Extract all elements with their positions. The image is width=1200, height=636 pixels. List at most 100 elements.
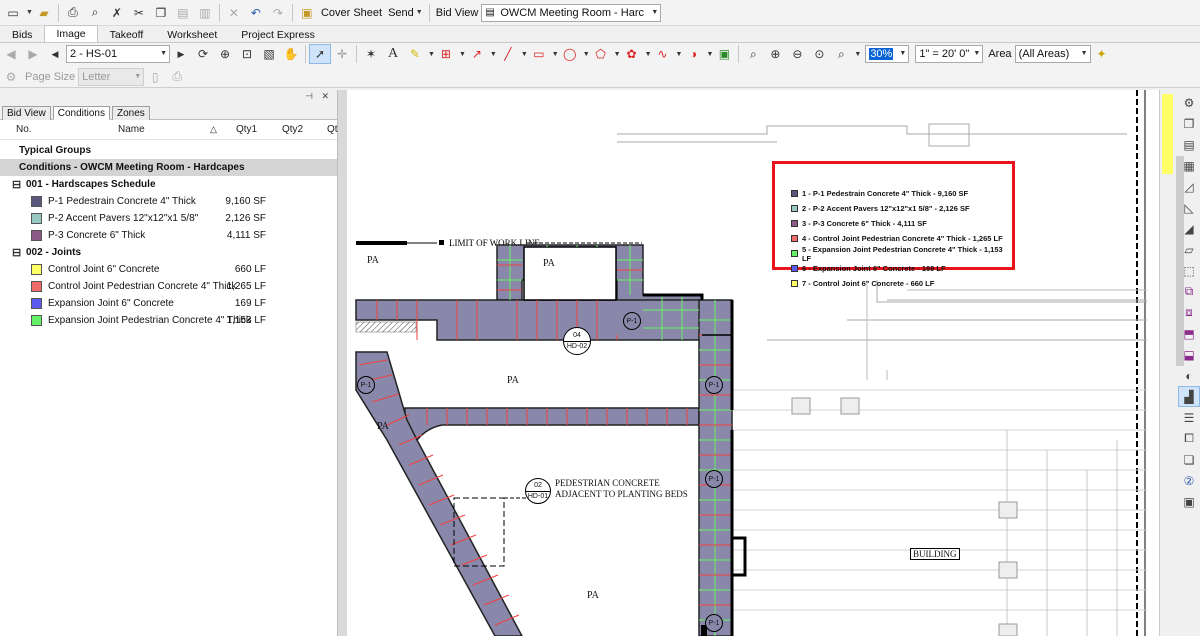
- condition-row[interactable]: P-1 Pedestrain Concrete 4" Thick 9,160 S…: [0, 193, 337, 210]
- tab-worksheet[interactable]: Worksheet: [155, 26, 229, 42]
- paste-special-icon[interactable]: ▥: [194, 3, 216, 23]
- tool-slope-icon[interactable]: ◢: [1178, 218, 1200, 239]
- line-dropdown-icon[interactable]: ▼: [521, 51, 528, 58]
- copy-icon[interactable]: ❐: [150, 3, 172, 23]
- column-name[interactable]: Name: [118, 124, 145, 135]
- condition-row[interactable]: P-2 Accent Pavers 12"x12"x1 5/8" 2,126 S…: [0, 210, 337, 227]
- bid-view-select[interactable]: ▤ OWCM Meeting Room - Harc ▼: [481, 3, 662, 22]
- detail-callout[interactable]: 04 HD-02: [563, 327, 591, 355]
- rectangle-icon[interactable]: ▭: [528, 44, 550, 64]
- detail-callout[interactable]: 02 HD-01: [525, 478, 551, 504]
- area-select[interactable]: (All Areas) ▼: [1014, 45, 1091, 63]
- pan-hand-icon[interactable]: ✋: [280, 44, 302, 64]
- tool-shape-icon[interactable]: ▱: [1178, 239, 1200, 260]
- crosshair-icon[interactable]: ✛: [331, 44, 353, 64]
- zoom-options-icon[interactable]: ⌕: [830, 44, 852, 64]
- tool-copy-icon[interactable]: ❐: [1178, 113, 1200, 134]
- group-row[interactable]: ⊟ 001 - Hardscapes Schedule: [0, 176, 337, 193]
- zoom-dropdown-icon[interactable]: ▼: [854, 51, 861, 58]
- takeoff-legend[interactable]: 1 - P-1 Pedestrain Concrete 4" Thick - 9…: [772, 161, 1015, 288]
- stamp-icon[interactable]: ⊞: [435, 44, 457, 64]
- extract-icon[interactable]: ▧: [258, 44, 280, 64]
- collapse-icon[interactable]: ⊟: [12, 178, 21, 191]
- tool-overlay2-icon[interactable]: ⧈: [1178, 302, 1200, 323]
- tab-bids[interactable]: Bids: [0, 26, 44, 42]
- page-setup-icon[interactable]: ⚙: [0, 67, 22, 87]
- cloud-icon[interactable]: ✿: [621, 44, 643, 64]
- print-icon[interactable]: ⎙: [62, 3, 84, 23]
- condition-row[interactable]: P-3 Concrete 6" Thick 4,111 SF: [0, 227, 337, 244]
- new-file-icon[interactable]: ▭: [2, 3, 24, 23]
- polygon-dropdown-icon[interactable]: ▼: [614, 51, 621, 58]
- tool-stamp-icon[interactable]: ⧠: [1178, 428, 1200, 449]
- forward-icon[interactable]: ▶: [22, 44, 44, 64]
- condition-row[interactable]: Control Joint 6" Concrete 660 LF: [0, 261, 337, 278]
- tool-pages-icon[interactable]: ❏: [1178, 449, 1200, 470]
- zoom-fit-icon[interactable]: ⊙: [808, 44, 830, 64]
- page-select[interactable]: 2 - HS-01 ▼: [66, 45, 170, 63]
- freehand-icon[interactable]: ∿: [652, 44, 674, 64]
- tab-takeoff[interactable]: Takeoff: [98, 26, 156, 42]
- tab-image[interactable]: Image: [44, 25, 98, 42]
- column-qty2[interactable]: Qty2: [282, 124, 303, 135]
- tab-bid-view[interactable]: Bid View: [2, 106, 51, 120]
- tool-legend-icon[interactable]: ▣: [1178, 491, 1200, 512]
- redo-icon[interactable]: ↷: [267, 3, 289, 23]
- select-pointer-icon[interactable]: ➚: [309, 44, 331, 64]
- line-icon[interactable]: ╱: [497, 44, 519, 64]
- condition-row[interactable]: Expansion Joint 6" Concrete 169 LF: [0, 295, 337, 312]
- tool-overlay3-icon[interactable]: ⬒: [1178, 323, 1200, 344]
- plan-sheet[interactable]: LIMIT OF WORK LINE PA PA PA PA PA P-1 P-…: [347, 90, 1159, 636]
- tab-project-express[interactable]: Project Express: [229, 26, 327, 42]
- highlighter-dropdown-icon[interactable]: ▼: [428, 51, 435, 58]
- tool-properties-icon[interactable]: ⚙: [1178, 92, 1200, 113]
- area-wand-icon[interactable]: ✦: [1091, 44, 1113, 64]
- zoom-page-icon[interactable]: ⌕: [742, 44, 764, 64]
- highlighter-icon[interactable]: ✎: [404, 44, 426, 64]
- page-size-select[interactable]: Letter ▼: [78, 67, 145, 86]
- callout-dropdown-icon[interactable]: ▼: [706, 51, 713, 58]
- tool-shape2-icon[interactable]: ⬚: [1178, 260, 1200, 281]
- conditions-header-row[interactable]: Conditions - OWCM Meeting Room - Hardcap…: [0, 159, 337, 176]
- tool-chart-icon[interactable]: ▟: [1178, 386, 1200, 407]
- delete-icon[interactable]: ✕: [223, 3, 245, 23]
- print-page-icon[interactable]: ⎙: [166, 67, 188, 87]
- next-page-icon[interactable]: ▶: [170, 44, 192, 64]
- drawing-canvas[interactable]: LIMIT OF WORK LINE PA PA PA PA PA P-1 P-…: [338, 90, 1159, 636]
- send-button[interactable]: Send ▼: [385, 3, 426, 23]
- zoom-in-icon[interactable]: ⊕: [764, 44, 786, 64]
- collapse-icon[interactable]: ⊟: [12, 246, 21, 259]
- tool-number-icon[interactable]: ②: [1178, 470, 1200, 491]
- column-no[interactable]: No.: [16, 124, 32, 135]
- callout-icon[interactable]: ◑: [682, 44, 704, 64]
- pin-close-icon[interactable]: ⊣ ✕: [305, 91, 332, 102]
- open-folder-icon[interactable]: ▰: [33, 3, 55, 23]
- ellipse-dropdown-icon[interactable]: ▼: [583, 51, 590, 58]
- tool-layers-icon[interactable]: ▤: [1178, 134, 1200, 155]
- tool-overlay-icon[interactable]: ⧉: [1178, 281, 1200, 302]
- note-icon[interactable]: ▣: [713, 44, 735, 64]
- tab-zones[interactable]: Zones: [112, 106, 150, 120]
- cut-icon[interactable]: ✂: [128, 3, 150, 23]
- undo-icon[interactable]: ↶: [245, 3, 267, 23]
- scale-select[interactable]: 1" = 20' 0" ▼: [915, 45, 984, 63]
- tab-conditions[interactable]: Conditions: [52, 106, 110, 120]
- fit-page-icon[interactable]: ⊡: [236, 44, 258, 64]
- condition-row[interactable]: Control Joint Pedestrian Concrete 4" Thi…: [0, 278, 337, 295]
- tool-contrast-icon[interactable]: ◐: [1178, 365, 1200, 386]
- zoom-window-icon[interactable]: ⊕: [214, 44, 236, 64]
- condition-row[interactable]: Expansion Joint Pedestrian Concrete 4" T…: [0, 312, 337, 329]
- delete-document-icon[interactable]: ✗: [106, 3, 128, 23]
- rotate-icon[interactable]: ⟳: [192, 44, 214, 64]
- arrow-icon[interactable]: ↗: [466, 44, 488, 64]
- column-qty1[interactable]: Qty1: [236, 124, 257, 135]
- text-annotation-icon[interactable]: A: [382, 44, 404, 64]
- tool-triangle-icon[interactable]: ◿: [1178, 176, 1200, 197]
- tool-overlay4-icon[interactable]: ⬓: [1178, 344, 1200, 365]
- freehand-dropdown-icon[interactable]: ▼: [676, 51, 683, 58]
- new-dropdown-icon[interactable]: ▼: [26, 9, 33, 16]
- cover-sheet-button[interactable]: Cover Sheet: [318, 3, 385, 23]
- column-qty3[interactable]: Qt: [327, 124, 338, 135]
- paste-icon[interactable]: ▤: [172, 3, 194, 23]
- print-preview-icon[interactable]: ⌕: [84, 3, 106, 23]
